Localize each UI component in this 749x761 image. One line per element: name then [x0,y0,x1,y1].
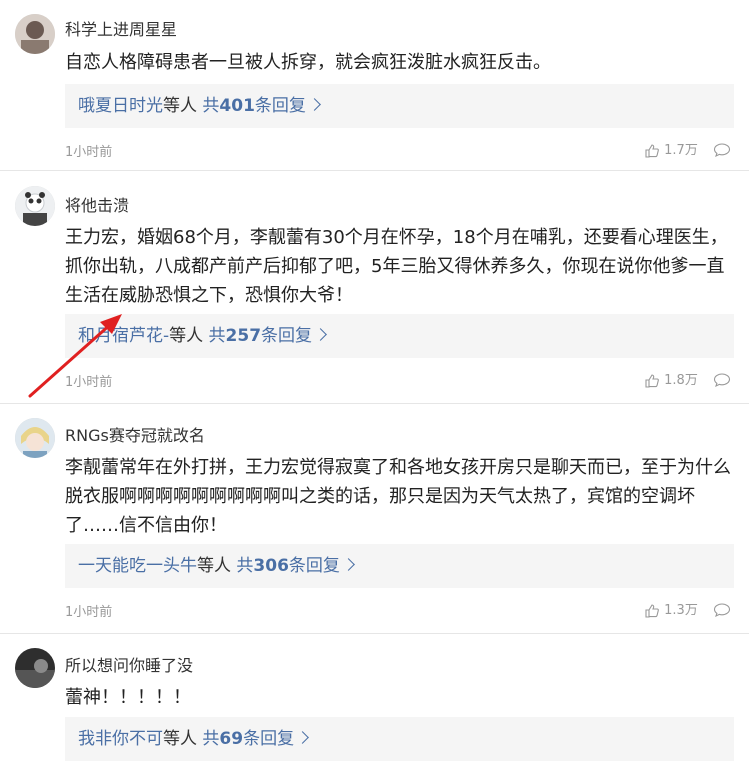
avatar[interactable] [15,418,55,458]
reply-count: 257 [225,326,262,346]
reply-count-link[interactable]: 共257条回复 [209,326,313,346]
username[interactable]: RNGs赛夺冠就改名 [65,422,205,446]
chevron-right-icon [296,731,309,744]
reply-summary[interactable]: 我非你不可等人 共69条回复 [65,717,734,761]
reply-count: 401 [219,96,255,116]
comment-item: 将他击溃 王力宏，婚姻68个月，李靓蕾有30个月在怀孕，18个月在哺乳，还要看心… [0,170,749,404]
chevron-right-icon [342,558,355,571]
like-button[interactable]: 1.3万 [644,599,698,619]
reply-button[interactable] [713,369,731,388]
chevron-right-icon [308,98,321,111]
avatar[interactable] [15,648,55,688]
username[interactable]: 将他击溃 [65,192,129,216]
comment-item: RNGs赛夺冠就改名 李靓蕾常年在外打拼，王力宏觉得寂寞了和各地女孩开房只是聊天… [0,403,749,634]
reply-mid-text: 等人 [163,729,197,749]
comment-bubble-icon [713,602,731,617]
comment-bubble-icon [713,142,731,157]
comment-bubble-icon [713,372,731,387]
comment-text: 蕾神！！！！！ [65,687,191,708]
reply-summary[interactable]: 一天能吃一头牛等人 共306条回复 [65,544,734,588]
reply-count: 69 [219,729,244,749]
comment-text: 自恋人格障碍患者一旦被人拆穿，就会疯狂泼脏水疯狂反击。 [65,52,551,73]
timestamp: 1小时前 [65,145,113,160]
reply-button[interactable] [713,139,731,158]
reply-user-link[interactable]: 哦夏日时光 [78,96,163,116]
reply-user-link[interactable]: 我非你不可 [78,729,163,749]
reply-count: 306 [253,556,289,576]
chevron-right-icon [314,328,327,341]
reply-count-link[interactable]: 共401条回复 [202,96,306,116]
timestamp: 1小时前 [65,375,113,390]
like-count: 1.8万 [664,373,698,388]
thumbs-up-icon [645,603,659,618]
thumbs-up-icon [645,143,659,158]
like-count: 1.3万 [664,603,698,618]
reply-summary[interactable]: 哦夏日时光等人 共401条回复 [65,84,734,128]
comment-text: 王力宏，婚姻68个月，李靓蕾有30个月在怀孕，18个月在哺乳，还要看心理医生，抓… [65,227,728,306]
timestamp: 1小时前 [65,605,113,620]
comment-item: 科学上进周星星 自恋人格障碍患者一旦被人拆穿，就会疯狂泼脏水疯狂反击。 哦夏日时… [0,0,749,171]
comment-item: 所以想问你睡了没 蕾神！！！！！ 我非你不可等人 共69条回复 [0,633,749,761]
comment-text: 李靓蕾常年在外打拼，王力宏觉得寂寞了和各地女孩开房只是聊天而已，至于为什么脱衣服… [65,457,731,536]
reply-mid-text: 等人 [163,96,197,116]
reply-summary[interactable]: 和月宿芦花-等人 共257条回复 [65,314,734,358]
like-button[interactable]: 1.7万 [644,139,698,159]
reply-count-link[interactable]: 共69条回复 [202,729,294,749]
reply-mid-text: 等人 [169,326,204,346]
reply-button[interactable] [713,599,731,618]
reply-user-link[interactable]: 一天能吃一头牛 [78,556,197,576]
avatar[interactable] [15,14,55,54]
reply-count-link[interactable]: 共306条回复 [236,556,340,576]
username[interactable]: 所以想问你睡了没 [65,652,193,676]
reply-user-link[interactable]: 和月宿芦花- [78,326,169,346]
thumbs-up-icon [645,373,659,388]
like-button[interactable]: 1.8万 [644,369,698,389]
reply-mid-text: 等人 [197,556,231,576]
username[interactable]: 科学上进周星星 [65,16,177,40]
like-count: 1.7万 [664,143,698,158]
avatar[interactable] [15,186,55,226]
